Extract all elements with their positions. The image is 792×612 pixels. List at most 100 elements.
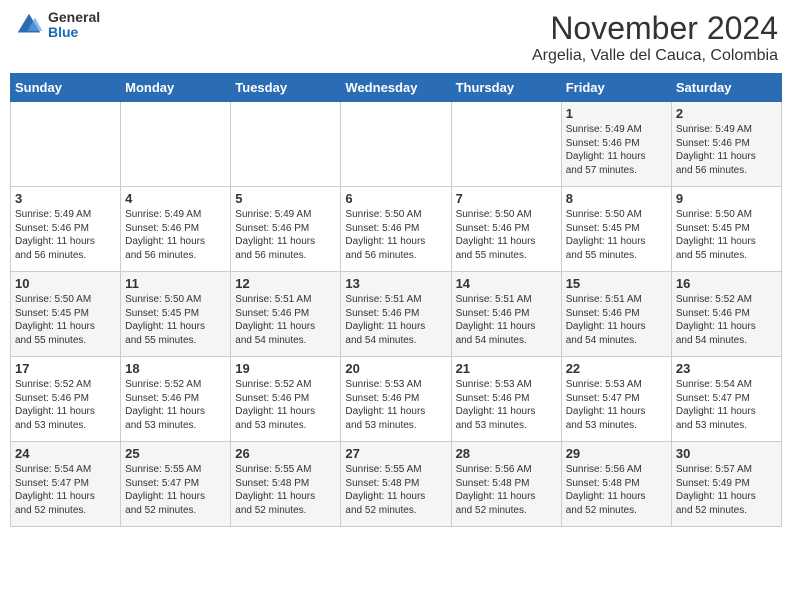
- logo-general-text: General: [48, 10, 100, 25]
- weekday-header-sunday: Sunday: [11, 74, 121, 102]
- week-row-1: 1Sunrise: 5:49 AM Sunset: 5:46 PM Daylig…: [11, 102, 782, 187]
- calendar-cell: 22 Sunrise: 5:53 AM Sunset: 5:47 PM Dayli…: [561, 357, 671, 442]
- day-number: 2: [676, 106, 777, 121]
- day-info: Sunrise: 5:49 AM Sunset: 5:46 PM Dayligh…: [676, 123, 777, 177]
- day-number: 9: [676, 191, 777, 206]
- calendar-cell: 13 Sunrise: 5:51 AM Sunset: 5:46 PM Dayli…: [341, 272, 451, 357]
- day-number: 11: [125, 276, 226, 291]
- week-row-5: 24Sunrise: 5:54 AM Sunset: 5:47 PM Dayli…: [11, 442, 782, 527]
- day-number: 15: [566, 276, 667, 291]
- day-info: Sunrise: 5:55 AM Sunset: 5:48 PM Dayligh…: [235, 463, 336, 517]
- calendar-cell: [121, 102, 231, 187]
- weekday-header-saturday: Saturday: [671, 74, 781, 102]
- day-number: 28: [456, 446, 557, 461]
- day-number: 12: [235, 276, 336, 291]
- day-number: 14: [456, 276, 557, 291]
- calendar-cell: 11 Sunrise: 5:50 AM Sunset: 5:45 PM Dayli…: [121, 272, 231, 357]
- day-number: 13: [345, 276, 446, 291]
- day-number: 5: [235, 191, 336, 206]
- day-info: Sunrise: 5:49 AM Sunset: 5:46 PM Dayligh…: [566, 123, 667, 177]
- day-info: Sunrise: 5:56 AM Sunset: 5:48 PM Dayligh…: [566, 463, 667, 517]
- day-info: Sunrise: 5:54 AM Sunset: 5:47 PM Dayligh…: [676, 378, 777, 432]
- calendar-cell: 19Sunrise: 5:52 AM Sunset: 5:46 PM Dayli…: [231, 357, 341, 442]
- day-number: 30: [676, 446, 777, 461]
- calendar-cell: 21 Sunrise: 5:53 AM Sunset: 5:46 PM Dayli…: [451, 357, 561, 442]
- title-section: November 2024 Argelia, Valle del Cauca, …: [532, 10, 778, 65]
- weekday-header-tuesday: Tuesday: [231, 74, 341, 102]
- calendar-cell: 20 Sunrise: 5:53 AM Sunset: 5:46 PM Dayli…: [341, 357, 451, 442]
- logo-icon: [14, 10, 44, 40]
- day-info: Sunrise: 5:50 AM Sunset: 5:45 PM Dayligh…: [15, 293, 116, 347]
- day-info: Sunrise: 5:51 AM Sunset: 5:46 PM Dayligh…: [345, 293, 446, 347]
- day-number: 29: [566, 446, 667, 461]
- calendar-cell: 8 Sunrise: 5:50 AM Sunset: 5:45 PM Daylig…: [561, 187, 671, 272]
- day-info: Sunrise: 5:53 AM Sunset: 5:46 PM Dayligh…: [456, 378, 557, 432]
- calendar-cell: 16 Sunrise: 5:52 AM Sunset: 5:46 PM Dayli…: [671, 272, 781, 357]
- day-info: Sunrise: 5:49 AM Sunset: 5:46 PM Dayligh…: [125, 208, 226, 262]
- day-number: 22: [566, 361, 667, 376]
- calendar-cell: 18 Sunrise: 5:52 AM Sunset: 5:46 PM Dayli…: [121, 357, 231, 442]
- day-number: 20: [345, 361, 446, 376]
- day-info: Sunrise: 5:52 AM Sunset: 5:46 PM Dayligh…: [15, 378, 116, 432]
- day-number: 25: [125, 446, 226, 461]
- day-number: 6: [345, 191, 446, 206]
- day-number: 21: [456, 361, 557, 376]
- day-info: Sunrise: 5:50 AM Sunset: 5:45 PM Dayligh…: [676, 208, 777, 262]
- weekday-header-wednesday: Wednesday: [341, 74, 451, 102]
- day-info: Sunrise: 5:51 AM Sunset: 5:46 PM Dayligh…: [235, 293, 336, 347]
- day-info: Sunrise: 5:49 AM Sunset: 5:46 PM Dayligh…: [235, 208, 336, 262]
- day-info: Sunrise: 5:52 AM Sunset: 5:46 PM Dayligh…: [125, 378, 226, 432]
- day-number: 27: [345, 446, 446, 461]
- day-info: Sunrise: 5:50 AM Sunset: 5:46 PM Dayligh…: [456, 208, 557, 262]
- calendar-cell: 30 Sunrise: 5:57 AM Sunset: 5:49 PM Dayli…: [671, 442, 781, 527]
- location-subtitle: Argelia, Valle del Cauca, Colombia: [532, 47, 778, 65]
- day-number: 23: [676, 361, 777, 376]
- calendar-cell: 25 Sunrise: 5:55 AM Sunset: 5:47 PM Dayli…: [121, 442, 231, 527]
- calendar-cell: 4 Sunrise: 5:49 AM Sunset: 5:46 PM Daylig…: [121, 187, 231, 272]
- logo: General Blue: [14, 10, 100, 41]
- calendar-cell: 26 Sunrise: 5:55 AM Sunset: 5:48 PM Dayli…: [231, 442, 341, 527]
- calendar-cell: 10 Sunrise: 5:50 AM Sunset: 5:45 PM Dayli…: [11, 272, 121, 357]
- week-row-2: 3Sunrise: 5:49 AM Sunset: 5:46 PM Daylig…: [11, 187, 782, 272]
- calendar-cell: 2 Sunrise: 5:49 AM Sunset: 5:46 PM Daylig…: [671, 102, 781, 187]
- weekday-header-row: SundayMondayTuesdayWednesdayThursdayFrid…: [11, 74, 782, 102]
- day-info: Sunrise: 5:50 AM Sunset: 5:45 PM Dayligh…: [566, 208, 667, 262]
- day-number: 26: [235, 446, 336, 461]
- weekday-header-thursday: Thursday: [451, 74, 561, 102]
- calendar-cell: 3Sunrise: 5:49 AM Sunset: 5:46 PM Daylig…: [11, 187, 121, 272]
- calendar-cell: 1Sunrise: 5:49 AM Sunset: 5:46 PM Daylig…: [561, 102, 671, 187]
- calendar-cell: 5 Sunrise: 5:49 AM Sunset: 5:46 PM Daylig…: [231, 187, 341, 272]
- day-info: Sunrise: 5:50 AM Sunset: 5:45 PM Dayligh…: [125, 293, 226, 347]
- day-number: 4: [125, 191, 226, 206]
- calendar-cell: 24Sunrise: 5:54 AM Sunset: 5:47 PM Dayli…: [11, 442, 121, 527]
- day-number: 17: [15, 361, 116, 376]
- day-number: 19: [235, 361, 336, 376]
- day-number: 7: [456, 191, 557, 206]
- day-number: 18: [125, 361, 226, 376]
- day-number: 24: [15, 446, 116, 461]
- day-number: 16: [676, 276, 777, 291]
- weekday-header-friday: Friday: [561, 74, 671, 102]
- calendar-table: SundayMondayTuesdayWednesdayThursdayFrid…: [10, 73, 782, 527]
- calendar-cell: 14 Sunrise: 5:51 AM Sunset: 5:46 PM Dayli…: [451, 272, 561, 357]
- day-info: Sunrise: 5:55 AM Sunset: 5:48 PM Dayligh…: [345, 463, 446, 517]
- calendar-cell: 29 Sunrise: 5:56 AM Sunset: 5:48 PM Dayli…: [561, 442, 671, 527]
- calendar-cell: [11, 102, 121, 187]
- day-number: 10: [15, 276, 116, 291]
- calendar-cell: 12 Sunrise: 5:51 AM Sunset: 5:46 PM Dayli…: [231, 272, 341, 357]
- day-info: Sunrise: 5:52 AM Sunset: 5:46 PM Dayligh…: [676, 293, 777, 347]
- month-title: November 2024: [532, 10, 778, 47]
- day-info: Sunrise: 5:50 AM Sunset: 5:46 PM Dayligh…: [345, 208, 446, 262]
- week-row-3: 10 Sunrise: 5:50 AM Sunset: 5:45 PM Dayli…: [11, 272, 782, 357]
- calendar-cell: 28 Sunrise: 5:56 AM Sunset: 5:48 PM Dayli…: [451, 442, 561, 527]
- day-info: Sunrise: 5:53 AM Sunset: 5:46 PM Dayligh…: [345, 378, 446, 432]
- day-info: Sunrise: 5:56 AM Sunset: 5:48 PM Dayligh…: [456, 463, 557, 517]
- day-info: Sunrise: 5:55 AM Sunset: 5:47 PM Dayligh…: [125, 463, 226, 517]
- day-info: Sunrise: 5:57 AM Sunset: 5:49 PM Dayligh…: [676, 463, 777, 517]
- day-info: Sunrise: 5:53 AM Sunset: 5:47 PM Dayligh…: [566, 378, 667, 432]
- day-number: 8: [566, 191, 667, 206]
- day-info: Sunrise: 5:51 AM Sunset: 5:46 PM Dayligh…: [566, 293, 667, 347]
- calendar-cell: 9 Sunrise: 5:50 AM Sunset: 5:45 PM Daylig…: [671, 187, 781, 272]
- day-info: Sunrise: 5:51 AM Sunset: 5:46 PM Dayligh…: [456, 293, 557, 347]
- calendar-cell: 23 Sunrise: 5:54 AM Sunset: 5:47 PM Dayli…: [671, 357, 781, 442]
